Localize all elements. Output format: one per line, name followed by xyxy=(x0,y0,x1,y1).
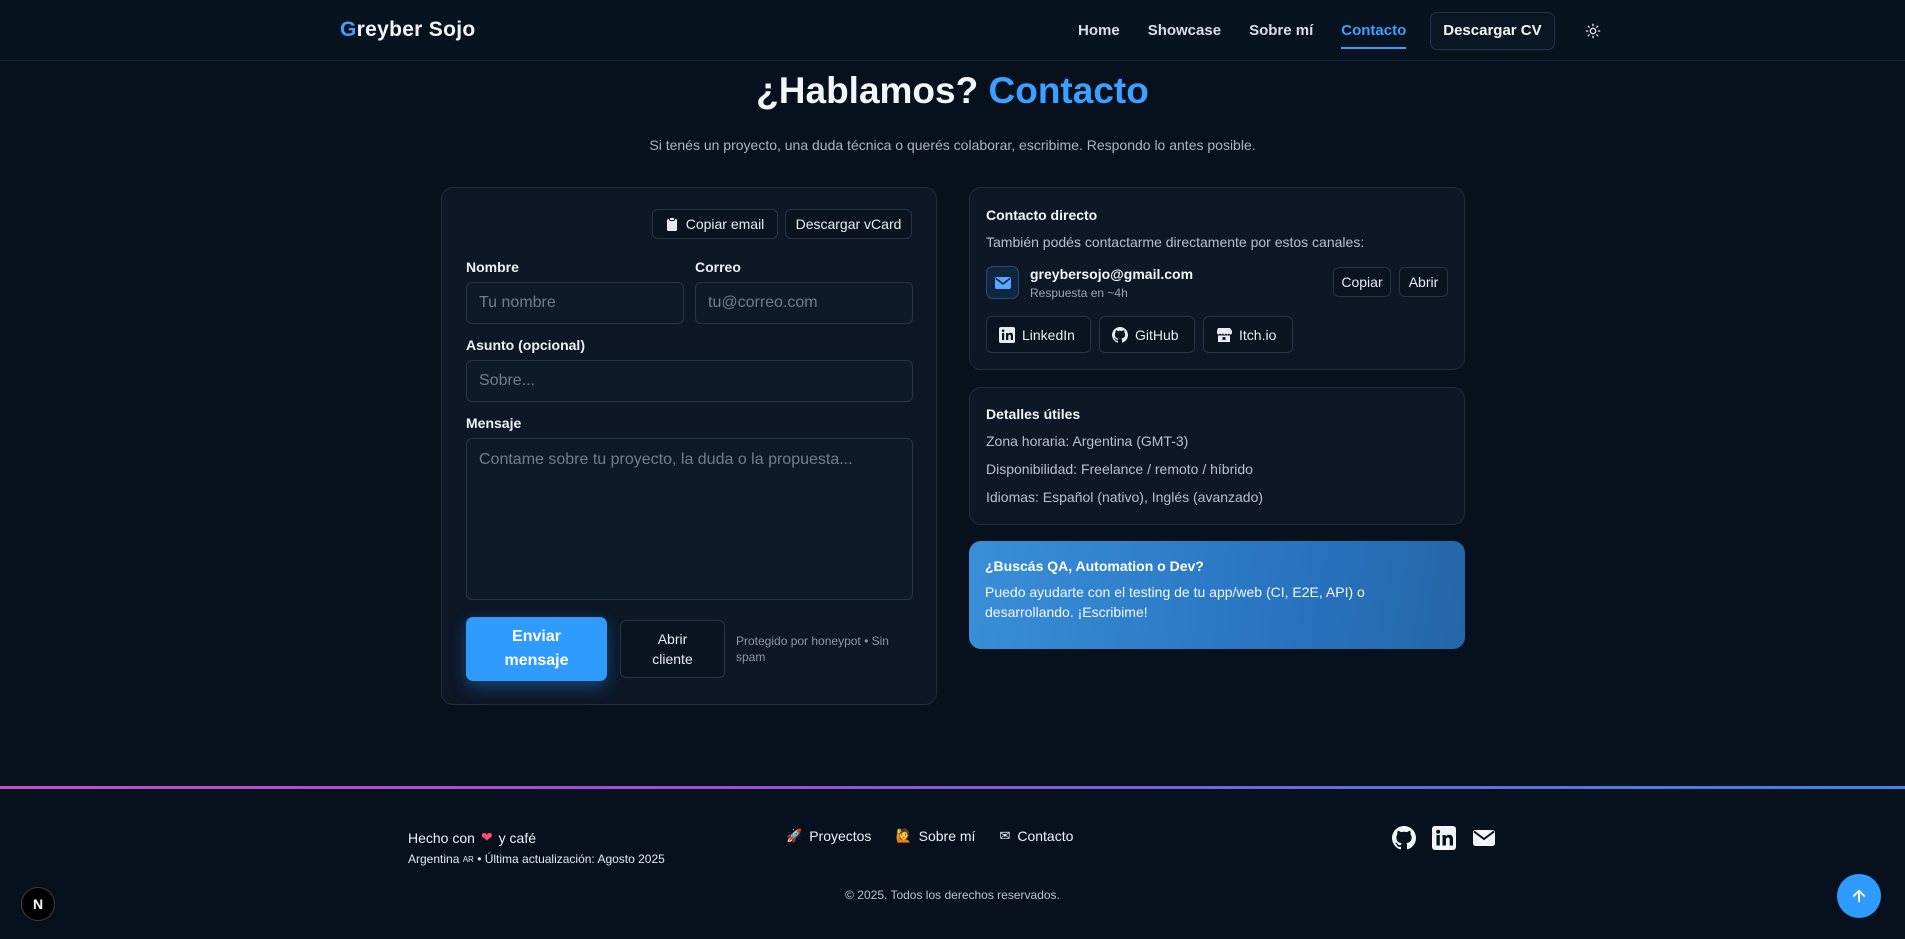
nav-about[interactable]: Sobre mí xyxy=(1249,0,1313,61)
subject-label: Asunto (opcional) xyxy=(466,337,585,353)
itchio-icon xyxy=(1217,327,1232,342)
copy-button[interactable]: Copiar xyxy=(1333,267,1391,297)
promo-title: ¿Buscás QA, Automation o Dev? xyxy=(985,558,1204,574)
github-button[interactable]: GitHub xyxy=(1099,316,1195,353)
honeypot-note: Protegido por honeypot • Sin spam xyxy=(736,634,889,664)
linkedin-label: LinkedIn xyxy=(1022,326,1075,343)
download-vcard-button[interactable]: Descargar vCard xyxy=(785,209,912,239)
nav-home[interactable]: Home xyxy=(1078,0,1120,61)
nextjs-dev-badge[interactable]: N xyxy=(21,887,55,921)
send-message-button[interactable]: Enviar mensaje xyxy=(466,617,607,681)
arrow-up-icon xyxy=(1852,889,1866,903)
open-button[interactable]: Abrir xyxy=(1399,267,1448,297)
linkedin-button[interactable]: LinkedIn xyxy=(986,316,1091,353)
mail-icon-box xyxy=(986,266,1019,299)
promo-text: Puedo ayudarte con el testing de tu app/… xyxy=(985,584,1365,620)
country-code: AR xyxy=(462,855,474,864)
footer-location: Argentina AR • Última actualización: Ago… xyxy=(408,852,665,866)
direct-contact-card: Contacto directo También podés contactar… xyxy=(969,187,1465,370)
promo-card: ¿Buscás QA, Automation o Dev? Puedo ayud… xyxy=(969,541,1465,649)
footer-nav: 🚀 Proyectos 🙋 Sobre mí ✉ Contacto xyxy=(786,828,1097,844)
detail-timezone: Zona horaria: Argentina (GMT-3) xyxy=(986,433,1189,449)
footer-link-projects[interactable]: 🚀 Proyectos xyxy=(786,828,871,844)
brand-initial: G xyxy=(340,18,357,41)
made-prefix: Hecho con xyxy=(408,829,475,846)
open-mail-client-button[interactable]: Abrir cliente xyxy=(620,620,725,678)
sun-icon xyxy=(1585,23,1600,38)
theme-toggle-button[interactable] xyxy=(1581,19,1605,43)
itchio-button[interactable]: Itch.io xyxy=(1203,316,1293,353)
copy-email-label: Copiar email xyxy=(685,216,765,232)
footer-country: Argentina xyxy=(408,852,460,866)
brand-logo[interactable]: Greyber Sojo xyxy=(340,18,475,42)
linkedin-icon xyxy=(999,326,1015,343)
github-icon xyxy=(1112,326,1128,343)
linkedin-icon xyxy=(1432,826,1456,850)
github-label: GitHub xyxy=(1135,326,1179,343)
nav-contact[interactable]: Contacto xyxy=(1341,0,1407,61)
page-title-accent: Contacto xyxy=(988,70,1149,111)
envelope-icon: ✉ xyxy=(999,828,1011,843)
detail-languages: Idiomas: Español (nativo), Inglés (avanz… xyxy=(986,489,1264,505)
message-label: Mensaje xyxy=(466,415,522,431)
nav-showcase[interactable]: Showcase xyxy=(1148,0,1221,61)
footer-email-link[interactable] xyxy=(1472,826,1496,855)
footer-made-with: Hecho con ❤ y café xyxy=(408,829,536,846)
mail-icon xyxy=(994,276,1011,289)
name-label: Nombre xyxy=(466,259,519,275)
footer-github-link[interactable] xyxy=(1392,826,1416,855)
raising-hand-icon: 🙋 xyxy=(895,828,912,843)
footer-link-about-label: Sobre mí xyxy=(918,828,976,844)
direct-contact-text: También podés contactarme directamente p… xyxy=(986,234,1365,250)
download-cv-button[interactable]: Descargar CV xyxy=(1430,11,1555,50)
client-label-line1: Abrir xyxy=(657,631,688,647)
footer-link-contact[interactable]: ✉ Contacto xyxy=(999,828,1073,844)
email-input[interactable] xyxy=(695,282,913,324)
made-suffix: y café xyxy=(498,829,537,846)
footer-copyright: © 2025. Todos los derechos reservados. xyxy=(845,888,1060,902)
email-label: Correo xyxy=(695,259,741,275)
page-subtitle: Si tenés un proyecto, una duda técnica o… xyxy=(649,137,1256,153)
page-title: ¿Hablamos? Contacto xyxy=(0,70,1905,112)
footer-link-projects-label: Proyectos xyxy=(809,828,872,844)
name-input[interactable] xyxy=(466,282,684,324)
rocket-icon: 🚀 xyxy=(786,828,803,843)
direct-email-address: greybersojo@gmail.com xyxy=(1030,266,1194,282)
brand-name: reyber Sojo xyxy=(356,18,476,41)
subject-input[interactable] xyxy=(466,360,913,402)
mail-icon xyxy=(1473,830,1495,846)
message-textarea[interactable] xyxy=(466,438,913,600)
github-icon xyxy=(1392,826,1416,850)
footer-link-about[interactable]: 🙋 Sobre mí xyxy=(895,828,975,844)
footer-linkedin-link[interactable] xyxy=(1432,826,1456,855)
top-navbar: Greyber Sojo Home Showcase Sobre mí Cont… xyxy=(0,0,1905,61)
footer-gradient-divider xyxy=(0,786,1905,789)
footer-updated: • Última actualización: Agosto 2025 xyxy=(477,852,665,866)
itchio-label: Itch.io xyxy=(1239,326,1277,343)
scroll-to-top-button[interactable] xyxy=(1837,874,1881,918)
contact-form-card: Copiar email Descargar vCard Nombre Corr… xyxy=(441,187,937,705)
detail-availability: Disponibilidad: Freelance / remoto / híb… xyxy=(986,461,1253,477)
send-label-line1: Enviar xyxy=(512,628,561,645)
details-card: Detalles útiles Zona horaria: Argentina … xyxy=(969,387,1465,525)
copy-email-button[interactable]: Copiar email xyxy=(652,209,778,239)
client-label-line2: cliente xyxy=(652,651,693,667)
main-nav: Home Showcase Sobre mí Contacto Descarga… xyxy=(1078,0,1605,61)
footer-social-icons xyxy=(1392,826,1512,855)
details-title: Detalles útiles xyxy=(986,406,1081,422)
response-time-note: Respuesta en ~4h xyxy=(1030,286,1128,300)
send-label-line2: mensaje xyxy=(504,652,569,669)
clipboard-icon xyxy=(666,217,677,231)
page-title-main: ¿Hablamos? xyxy=(756,70,979,111)
footer-link-contact-label: Contacto xyxy=(1017,828,1074,844)
heart-icon: ❤ xyxy=(480,829,493,845)
direct-contact-title: Contacto directo xyxy=(986,207,1098,223)
